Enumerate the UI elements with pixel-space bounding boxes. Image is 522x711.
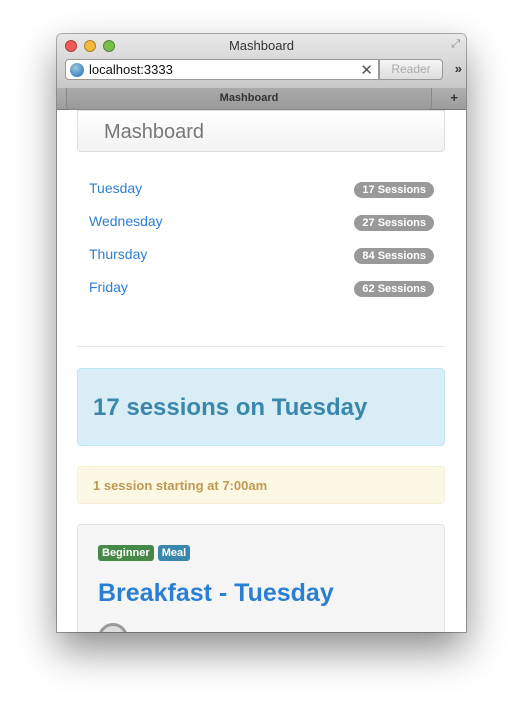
page-content: Mashboard Tuesday 17 Sessions Wednesday 27… (57, 110, 466, 632)
tab-mashboard[interactable]: Mashboard (66, 88, 432, 110)
session-count-badge: 84 Sessions (354, 248, 434, 264)
type-label: Meal (157, 545, 191, 561)
address-bar[interactable]: localhost:3333 ✕ (65, 59, 379, 80)
session-title[interactable]: Breakfast - Tuesday (98, 579, 334, 608)
session-count-badge: 62 Sessions (354, 281, 434, 297)
level-label: Beginner (98, 545, 154, 561)
avatar (98, 623, 128, 632)
day-link[interactable]: Tuesday (89, 180, 142, 196)
window-title: Mashboard (228, 38, 295, 53)
title-bar: Mashboard ⤢ localhost:3333 ✕ Reader » (57, 34, 466, 88)
session-count-badge: 17 Sessions (354, 182, 434, 198)
divider (77, 346, 445, 347)
list-item: Thursday 84 Sessions (89, 246, 434, 279)
new-tab-icon[interactable]: + (450, 90, 458, 105)
day-link[interactable]: Friday (89, 279, 128, 295)
day-link[interactable]: Wednesday (89, 213, 163, 229)
fullscreen-icon[interactable]: ⤢ (451, 38, 460, 51)
globe-icon (70, 62, 84, 77)
url-input[interactable]: localhost:3333 (89, 62, 360, 77)
navbar: Mashboard (77, 110, 445, 152)
brand-link[interactable]: Mashboard (104, 121, 204, 144)
browser-window: Mashboard ⤢ localhost:3333 ✕ Reader » Ma… (57, 34, 466, 632)
hero-unit: 17 sessions on Tuesday (77, 368, 445, 446)
day-list: Tuesday 17 Sessions Wednesday 27 Sessions … (89, 180, 434, 312)
list-item: Friday 62 Sessions (89, 279, 434, 312)
session-card: Beginner Meal Breakfast - Tuesday (77, 524, 445, 632)
list-item: Tuesday 17 Sessions (89, 180, 434, 213)
session-count-badge: 27 Sessions (354, 215, 434, 231)
tab-bar: Mashboard + (57, 88, 466, 110)
list-item: Wednesday 27 Sessions (89, 213, 434, 246)
alert-box: 1 session starting at 7:00am (77, 466, 445, 504)
reader-button[interactable]: Reader (379, 59, 443, 80)
hero-heading: 17 sessions on Tuesday (93, 394, 368, 421)
clear-icon[interactable]: ✕ (360, 61, 373, 79)
chevron-right-double-icon[interactable]: » (455, 61, 462, 76)
day-link[interactable]: Thursday (89, 246, 147, 262)
